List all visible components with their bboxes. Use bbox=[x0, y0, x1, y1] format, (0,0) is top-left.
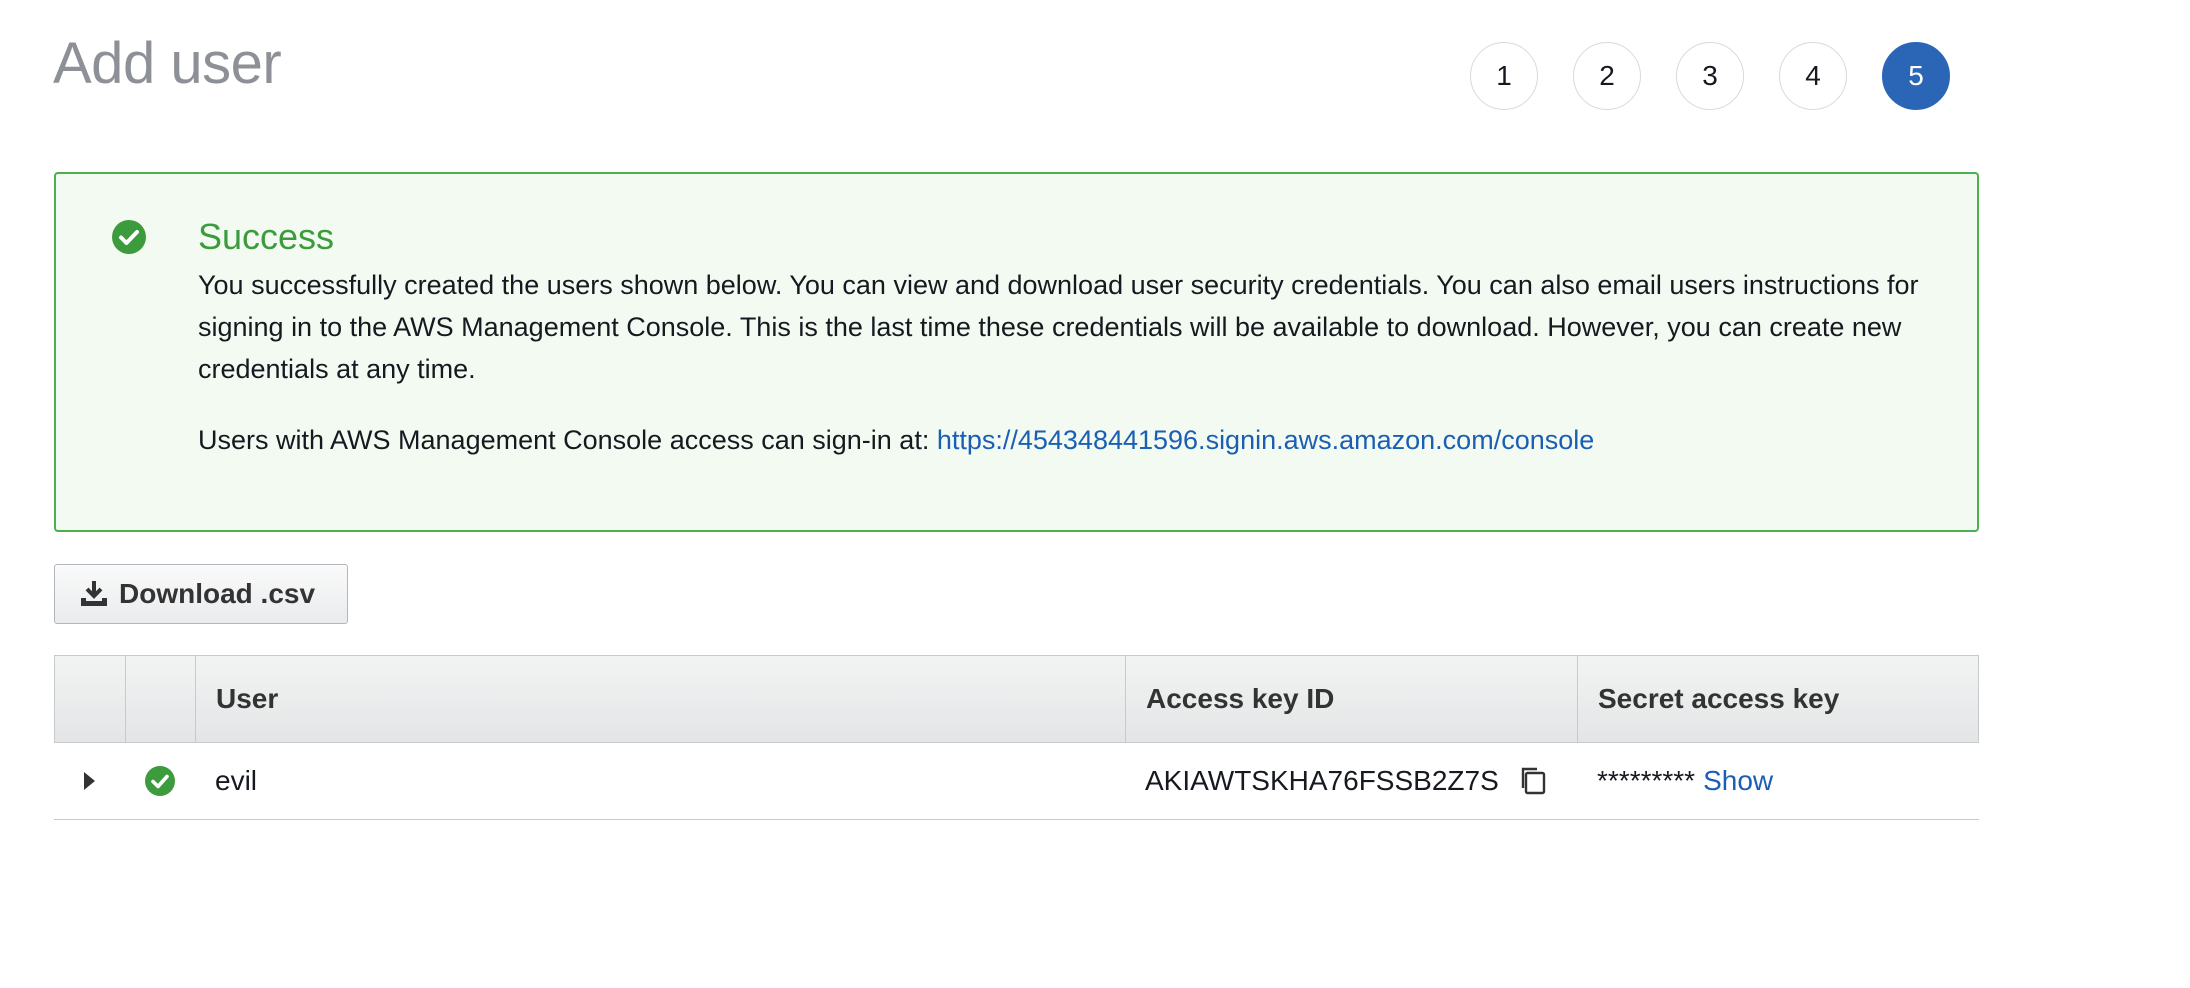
add-user-page: Add user 1 2 3 4 5 Success You successfu… bbox=[0, 0, 2190, 988]
secret-key-mask: ********* bbox=[1597, 765, 1696, 796]
copy-icon[interactable] bbox=[1517, 764, 1551, 798]
status-cell bbox=[125, 766, 195, 796]
access-key-id: AKIAWTSKHA76FSSB2Z7S bbox=[1145, 765, 1499, 796]
download-csv-label: Download .csv bbox=[119, 578, 316, 609]
user-cell: evil bbox=[215, 765, 258, 796]
show-secret-link[interactable]: Show bbox=[1703, 765, 1773, 797]
success-alert: Success You successfully created the use… bbox=[54, 172, 1979, 532]
check-circle-icon bbox=[112, 220, 146, 254]
signin-url-link[interactable]: https://454348441596.signin.aws.amazon.c… bbox=[937, 425, 1594, 455]
header-expand bbox=[55, 656, 126, 742]
caret-right-icon[interactable] bbox=[84, 772, 95, 790]
step-2[interactable]: 2 bbox=[1573, 42, 1641, 110]
access-key-cell: AKIAWTSKHA76FSSB2Z7S bbox=[1125, 764, 1577, 798]
expand-cell[interactable] bbox=[54, 772, 125, 790]
header-access-key-id[interactable]: Access key ID bbox=[1126, 656, 1578, 742]
download-csv-button[interactable]: Download .csv bbox=[54, 564, 348, 624]
credentials-table: User Access key ID Secret access key evi… bbox=[54, 655, 1979, 820]
step-3[interactable]: 3 bbox=[1676, 42, 1744, 110]
alert-body: You successfully created the users shown… bbox=[198, 270, 1919, 384]
alert-title: Success bbox=[198, 216, 335, 257]
page-title: Add user bbox=[53, 31, 282, 96]
step-1[interactable]: 1 bbox=[1470, 42, 1538, 110]
header-status bbox=[126, 656, 196, 742]
wizard-steps: 1 2 3 4 5 bbox=[1470, 42, 1950, 110]
step-4[interactable]: 4 bbox=[1779, 42, 1847, 110]
step-5[interactable]: 5 bbox=[1882, 42, 1950, 110]
check-circle-icon bbox=[145, 766, 175, 796]
table-row: evil AKIAWTSKHA76FSSB2Z7S ********* Show bbox=[54, 743, 1979, 820]
download-icon bbox=[81, 581, 107, 606]
table-header: User Access key ID Secret access key bbox=[54, 655, 1979, 743]
signin-line: Users with AWS Management Console access… bbox=[198, 419, 1594, 461]
header-secret-access-key[interactable]: Secret access key bbox=[1578, 656, 1978, 742]
secret-key-cell: ********* Show bbox=[1577, 765, 1979, 797]
signin-prefix: Users with AWS Management Console access… bbox=[198, 425, 937, 455]
header-user[interactable]: User bbox=[196, 656, 1126, 742]
